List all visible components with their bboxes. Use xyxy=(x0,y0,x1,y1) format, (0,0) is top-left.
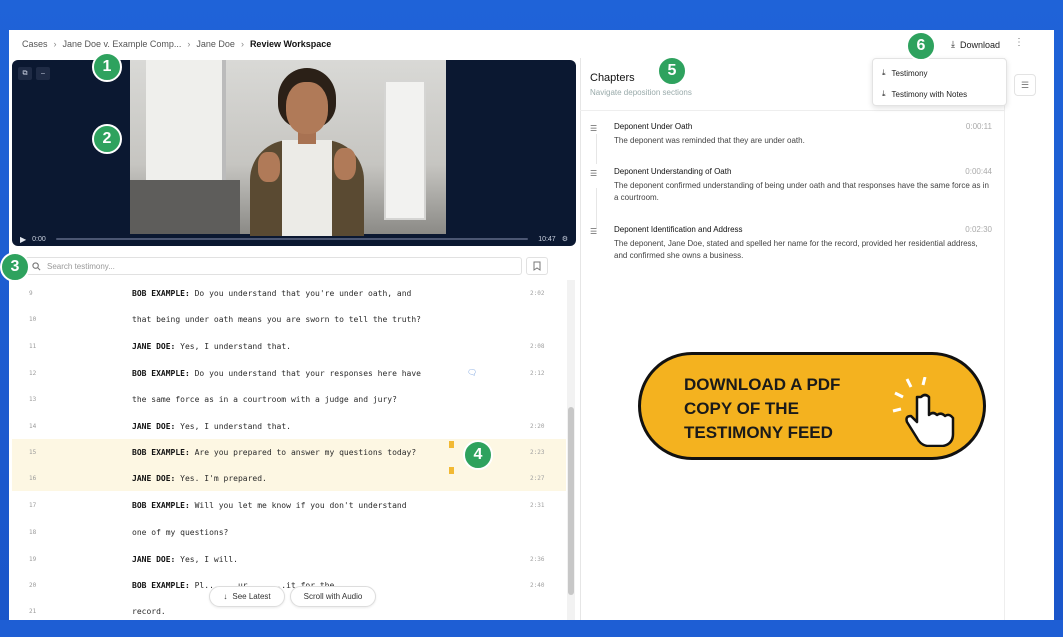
video-door-background xyxy=(384,80,426,220)
transcript-line[interactable]: 13 the same force as in a courtroom with… xyxy=(12,386,566,412)
transcript-line[interactable]: 17 BOB EXAMPLE: Will you let me know if … xyxy=(12,492,566,518)
transcript-line[interactable]: 21 record. xyxy=(12,598,566,620)
chapters-header-divider xyxy=(580,110,1004,111)
panel-divider xyxy=(580,58,581,620)
minimize-icon[interactable]: – xyxy=(36,67,50,80)
breadcrumb-separator: › xyxy=(187,39,191,49)
breadcrumb-case[interactable]: Jane Doe v. Example Comp... xyxy=(63,39,182,49)
transcript-scrollbar-thumb[interactable] xyxy=(568,407,574,595)
transcript-line[interactable]: 18 one of my questions? xyxy=(12,519,566,545)
bookmark-flag-icon[interactable] xyxy=(449,441,454,448)
arrow-down-icon: ↓ xyxy=(223,592,228,601)
download-icon: ⤓ xyxy=(882,89,886,98)
chapter-list-icon: ☰ xyxy=(590,169,598,178)
step-marker-1: 1 xyxy=(92,52,122,82)
transcript-line[interactable]: 9 BOB EXAMPLE: Do you understand that yo… xyxy=(12,280,566,306)
video-window-background xyxy=(146,60,226,180)
chapters-toggle-icon[interactable]: ☰ xyxy=(1014,74,1036,96)
bookmark-icon xyxy=(533,261,541,271)
scroll-with-audio-button[interactable]: Scroll with Audio xyxy=(290,586,376,607)
video-progress-bar[interactable] xyxy=(55,238,529,240)
chapter-item[interactable]: ☰ Deponent Understanding of Oath 0:00:44… xyxy=(590,167,992,207)
app-window: Cases › Jane Doe v. Example Comp... › Ja… xyxy=(9,30,1054,620)
step-marker-4: 4 xyxy=(463,440,493,470)
bookmark-flag-icon[interactable] xyxy=(449,467,454,474)
step-marker-2: 2 xyxy=(92,124,122,154)
breadcrumb-deponent[interactable]: Jane Doe xyxy=(196,39,235,49)
download-testimony-notes-item[interactable]: ⤓ Testimony with Notes xyxy=(882,89,967,99)
see-latest-button[interactable]: ↓ See Latest xyxy=(209,586,285,607)
video-current-time: 0:00 xyxy=(32,235,46,243)
transcript-line[interactable]: 14 JANE DOE: Yes, I understand that. 2:2… xyxy=(12,413,566,439)
video-couch-background xyxy=(130,180,240,234)
transcript-line[interactable]: 11 JANE DOE: Yes, I understand that. 2:0… xyxy=(12,333,566,359)
search-input[interactable]: Search testimony... xyxy=(25,257,522,275)
breadcrumb: Cases › Jane Doe v. Example Comp... › Ja… xyxy=(9,30,1054,58)
download-testimony-item[interactable]: ⤓ Testimony xyxy=(882,68,928,78)
download-menu: ⤓ Testimony ⤓ Testimony with Notes xyxy=(872,58,1007,106)
picture-in-picture-icon[interactable]: ⧉ xyxy=(18,67,32,80)
bottom-band xyxy=(0,620,1063,637)
video-player[interactable]: ⧉ – ▶ 0:00 10:47 ⚙ xyxy=(12,60,576,246)
pointer-hand-icon xyxy=(892,377,955,447)
chapters-title: Chapters xyxy=(590,72,635,84)
download-icon: ⤓ xyxy=(882,68,886,77)
transcript-line[interactable]: 19 JANE DOE: Yes, I will. 2:36 xyxy=(12,546,566,572)
chapter-item[interactable]: ☰ Deponent Identification and Address 0:… xyxy=(590,225,992,265)
callout-text: DOWNLOAD A PDF COPY OF THE TESTIMONY FEE… xyxy=(684,375,841,442)
download-label: Download xyxy=(959,39,1000,50)
transcript-line[interactable]: 20 BOB EXAMPLE: Pl... ...ur ... ...it fo… xyxy=(12,572,566,598)
settings-icon[interactable]: ⚙ xyxy=(562,235,568,243)
breadcrumb-separator: › xyxy=(240,39,244,49)
search-placeholder: Search testimony... xyxy=(47,261,115,271)
breadcrumb-cases[interactable]: Cases xyxy=(22,39,48,49)
comment-icon[interactable]: 🗨 xyxy=(467,368,477,377)
transcript-line[interactable]: 10 that being under oath means you are s… xyxy=(12,306,566,332)
step-marker-3: 3 xyxy=(0,252,30,282)
search-icon xyxy=(32,261,41,270)
video-frame xyxy=(130,60,446,236)
chapter-list-icon: ☰ xyxy=(590,227,598,236)
chapters-subtitle: Navigate deposition sections xyxy=(590,88,692,97)
bookmark-filter-button[interactable] xyxy=(526,257,548,275)
more-options-icon[interactable]: ⋮ xyxy=(1014,37,1024,48)
chapter-item[interactable]: ☰ Deponent Under Oath 0:00:11 The depone… xyxy=(590,122,992,152)
video-duration: 10:47 xyxy=(538,235,556,243)
video-controls: ▶ 0:00 10:47 ⚙ xyxy=(12,232,576,246)
transcript-line[interactable]: 12 BOB EXAMPLE: Do you understand that y… xyxy=(12,360,566,386)
right-rail-divider xyxy=(1004,58,1005,620)
step-marker-5: 5 xyxy=(657,56,687,86)
step-marker-6: 6 xyxy=(906,31,936,61)
play-icon[interactable]: ▶ xyxy=(20,235,26,244)
deponent-video-person xyxy=(230,68,380,236)
chapter-list-icon: ☰ xyxy=(590,124,598,133)
breadcrumb-separator: › xyxy=(53,39,57,49)
download-button[interactable]: ⤓ Download xyxy=(945,36,1006,53)
download-callout: DOWNLOAD A PDF COPY OF THE TESTIMONY FEE… xyxy=(638,352,986,460)
breadcrumb-current: Review Workspace xyxy=(249,39,332,49)
download-icon: ⤓ xyxy=(950,39,955,49)
